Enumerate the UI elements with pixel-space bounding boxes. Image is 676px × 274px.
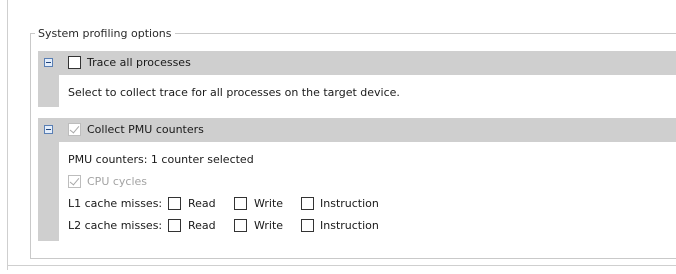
l2-read-checkbox[interactable] xyxy=(168,219,181,232)
l2-instruction-label[interactable]: Instruction xyxy=(320,219,379,232)
trace-section-stripe xyxy=(38,75,59,107)
l1-instruction-label[interactable]: Instruction xyxy=(320,197,379,210)
l2-instruction-checkbox[interactable] xyxy=(301,219,314,232)
pmu-collapse-icon[interactable] xyxy=(44,125,53,134)
l1-read-checkbox[interactable] xyxy=(168,197,181,210)
l1-write-checkbox[interactable] xyxy=(234,197,247,210)
collect-pmu-checkbox[interactable] xyxy=(68,123,81,136)
cpu-cycles-label: CPU cycles xyxy=(87,175,148,188)
l2-write-checkbox[interactable] xyxy=(234,219,247,232)
trace-all-processes-checkbox[interactable] xyxy=(68,56,81,69)
pmu-status-text: PMU counters: 1 counter selected xyxy=(68,153,254,166)
l1-read-label[interactable]: Read xyxy=(188,197,216,210)
l2-cache-misses-label: L2 cache misses: xyxy=(68,219,163,232)
panel-bottom-border xyxy=(7,265,676,266)
l1-write-label[interactable]: Write xyxy=(254,197,283,210)
group-title: System profiling options xyxy=(35,27,175,40)
l2-read-label[interactable]: Read xyxy=(188,219,216,232)
l1-instruction-checkbox[interactable] xyxy=(301,197,314,210)
l1-cache-misses-label: L1 cache misses: xyxy=(68,197,163,210)
trace-all-processes-label[interactable]: Trace all processes xyxy=(87,56,191,69)
cpu-cycles-checkbox[interactable] xyxy=(68,175,81,188)
trace-collapse-icon[interactable] xyxy=(44,58,53,67)
l2-write-label[interactable]: Write xyxy=(254,219,283,232)
panel-left-border xyxy=(7,0,8,270)
collect-pmu-label[interactable]: Collect PMU counters xyxy=(87,123,204,136)
pmu-section-stripe xyxy=(38,142,59,241)
trace-description: Select to collect trace for all processe… xyxy=(68,86,400,99)
